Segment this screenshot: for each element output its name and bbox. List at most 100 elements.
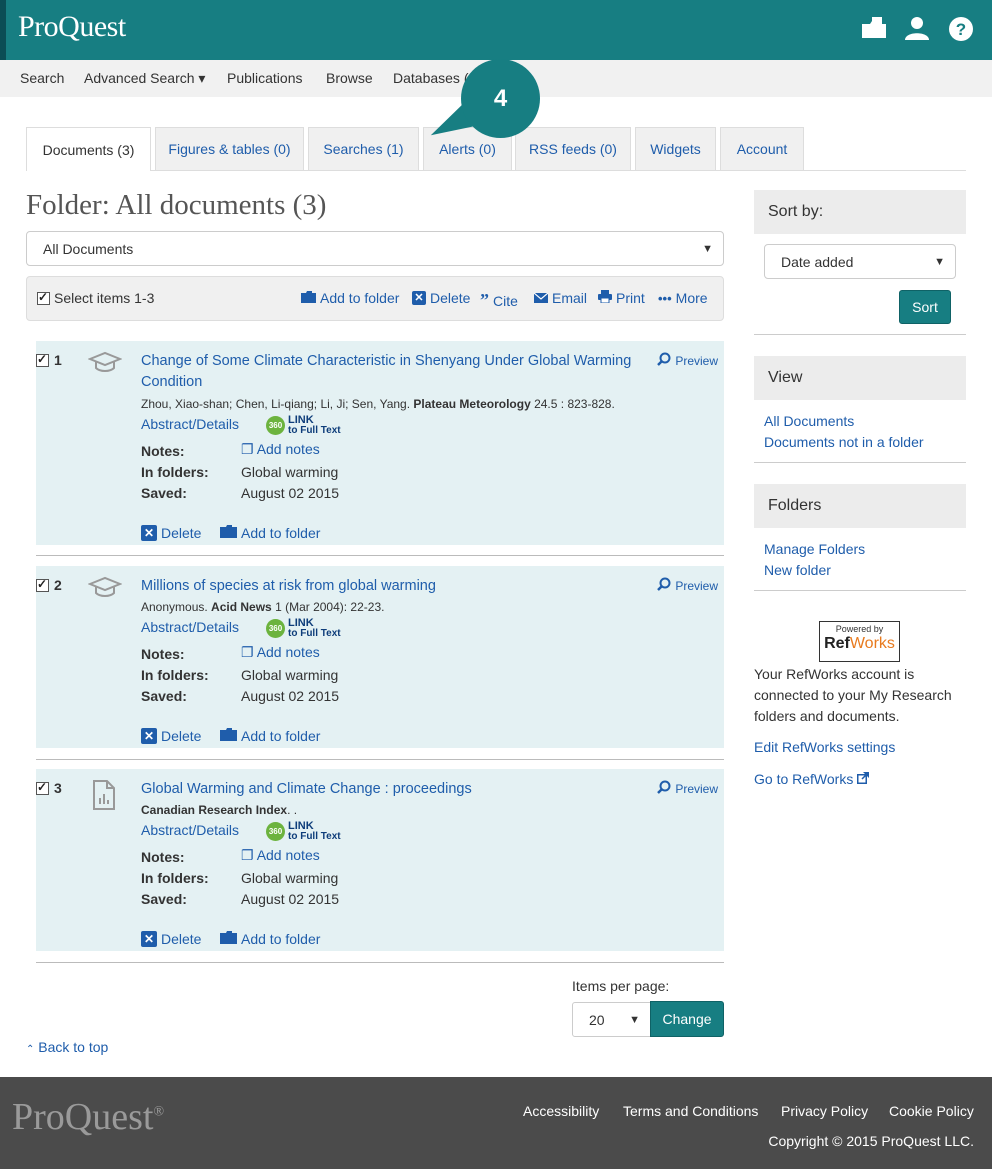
change-page-size-button[interactable]: Change [650,1001,724,1037]
abstract-details-link[interactable]: Abstract/Details [141,416,239,432]
more-button[interactable]: ••• More [658,290,708,306]
tab-figures-tables[interactable]: Figures & tables (0) [155,127,304,170]
result-index: 3 [54,780,62,796]
sort-button[interactable]: Sort [899,290,951,324]
sort-select[interactable]: Date added ▼ [764,244,956,279]
result-delete-button[interactable]: ✕ Delete [141,728,201,744]
preview-link[interactable]: Preview [657,352,718,369]
tab-rss-feeds[interactable]: RSS feeds (0) [515,127,631,170]
refworks-description: Your RefWorks account is connected to yo… [754,666,952,724]
manage-folders-link[interactable]: Manage Folders [764,541,865,557]
result-delete-label: Delete [161,931,202,947]
result-delete-button[interactable]: ✕ Delete [141,931,201,947]
link360-line2: to Full Text [288,628,341,639]
preview-link[interactable]: Preview [657,577,718,594]
refworks-wordmark: RefWorks [820,635,899,653]
go-to-refworks-link[interactable]: Go to RefWorks [754,771,870,787]
tab-searches[interactable]: Searches (1) [308,127,419,170]
citation-source: Plateau Meteorology [413,397,531,411]
edit-refworks-link[interactable]: Edit RefWorks settings [754,739,895,755]
link-full-text[interactable]: 360 LINK to Full Text [266,821,341,842]
bulk-action-bar: Select items 1-3 Add to folder ✕ Delete … [26,276,724,321]
more-label: More [675,290,708,306]
abstract-details-link[interactable]: Abstract/Details [141,822,239,838]
email-button[interactable]: Email [533,290,587,306]
result-number: 2 [36,577,62,593]
result-add-to-folder-button[interactable]: Add to folder [220,728,320,744]
in-folders-label: In folders: [141,464,209,480]
proquest-logo[interactable]: ProQuest [18,10,126,44]
select-all-checkbox[interactable] [37,290,50,305]
items-per-page-select[interactable]: 20 ▼ [572,1002,651,1037]
footer-cookie-link[interactable]: Cookie Policy [889,1103,974,1119]
link-full-text[interactable]: 360 LINK to Full Text [266,618,341,639]
citation-details: 1 (Mar 2004): 22-23. [271,600,385,614]
header-icons: ? [860,16,974,42]
saved-label: Saved: [141,891,187,907]
folder-icon [220,728,237,744]
chevron-down-icon: ▼ [629,1013,640,1026]
folder-icon[interactable] [860,16,886,42]
add-notes-label: Add notes [256,441,320,457]
step-callout: 4 [461,59,540,138]
result-add-to-folder-button[interactable]: Add to folder [220,931,320,947]
nav-publications[interactable]: Publications [227,70,303,86]
result-title-link[interactable]: Global Warming and Climate Change : proc… [141,779,641,800]
nav-advanced-search[interactable]: Advanced Search ▾ [84,70,205,87]
select-all[interactable]: Select items 1-3 [37,290,154,306]
view-unfiled-documents-link[interactable]: Documents not in a folder [764,434,924,450]
result-add-to-folder-button[interactable]: Add to folder [220,525,320,541]
link360-badge: 360 [266,822,285,841]
tab-widgets[interactable]: Widgets [635,127,716,170]
citation-source: Acid News [211,600,272,614]
footer-accessibility-link[interactable]: Accessibility [523,1103,599,1119]
add-notes-link[interactable]: ❐ Add notes [241,847,320,864]
refworks-powered-by: Powered by [835,624,884,634]
result-checkbox[interactable] [36,352,49,367]
nav-browse[interactable]: Browse [326,70,373,86]
print-button[interactable]: Print [598,290,645,306]
abstract-details-link[interactable]: Abstract/Details [141,619,239,635]
footer-terms-link[interactable]: Terms and Conditions [623,1103,758,1119]
svg-text:?: ? [956,20,966,39]
magnifier-icon [657,577,671,594]
tab-account[interactable]: Account [720,127,804,170]
result-checkbox[interactable] [36,577,49,592]
result-checkbox[interactable] [36,780,49,795]
saved-value: August 02 2015 [241,485,340,501]
result-title-link[interactable]: Millions of species at risk from global … [141,576,641,597]
result-number: 1 [36,352,62,368]
nav-databases[interactable]: Databases ( [393,70,468,86]
delete-button[interactable]: ✕ Delete [412,290,470,306]
add-to-folder-button[interactable]: Add to folder [301,290,399,306]
add-notes-link[interactable]: ❐ Add notes [241,441,320,458]
citation: Zhou, Xiao-shan; Chen, Li-qiang; Li, Ji;… [141,397,615,411]
footer-privacy-link[interactable]: Privacy Policy [781,1103,868,1119]
double-chevron-up-icon: ⌃ [26,1044,35,1055]
notes-label: Notes: [141,646,185,662]
result-divider [36,962,724,963]
citation-authors: Anonymous. [141,600,212,614]
help-icon[interactable]: ? [948,16,974,42]
link360-text: LINK to Full Text [288,821,341,842]
result-divider [36,759,724,760]
nav-search[interactable]: Search [20,70,64,86]
document-filter-select[interactable]: All Documents ▼ [26,231,724,266]
result-delete-button[interactable]: ✕ Delete [141,525,201,541]
back-to-top-link[interactable]: ⌃ Back to top [26,1039,108,1055]
cite-button[interactable]: ” Cite [480,290,518,311]
go-to-refworks-label: Go to RefWorks [754,771,854,787]
new-folder-link[interactable]: New folder [764,562,831,578]
add-notes-link[interactable]: ❐ Add notes [241,644,320,661]
magnifier-icon [657,352,671,369]
citation-source: Canadian Research Index [141,803,288,817]
view-all-documents-link[interactable]: All Documents [764,413,854,429]
result-title-link[interactable]: Change of Some Climate Characteristic in… [141,351,641,393]
user-icon[interactable] [904,16,930,42]
link-full-text[interactable]: 360 LINK to Full Text [266,415,341,436]
preview-link[interactable]: Preview [657,780,718,797]
result-delete-label: Delete [161,525,202,541]
tab-documents[interactable]: Documents (3) [26,127,151,171]
delete-icon: ✕ [141,931,157,947]
add-notes-label: Add notes [256,644,320,660]
